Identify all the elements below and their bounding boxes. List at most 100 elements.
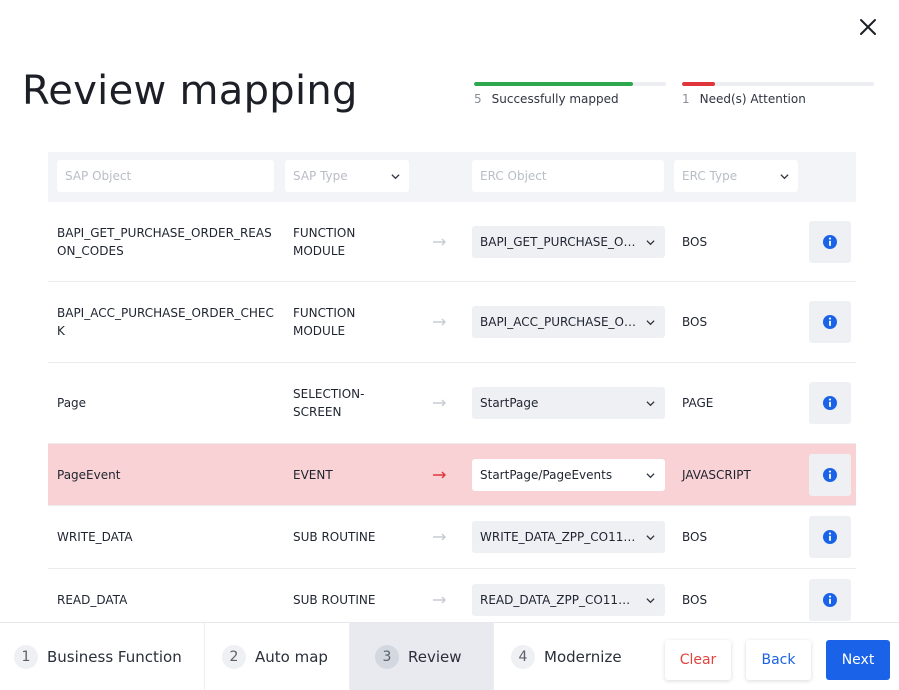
info-button[interactable] [809, 453, 851, 496]
stat-mapped-bar [474, 82, 666, 86]
step-number: 4 [511, 645, 535, 669]
stat-attention-fill [682, 82, 715, 86]
step-business-function[interactable]: 1 Business Function [0, 623, 205, 690]
table-row: BAPI_ACC_PURCHASE_ORDER_CHECK FUNCTION MO… [48, 282, 856, 363]
erc-object-select[interactable]: StartPage [472, 387, 665, 419]
close-icon [860, 19, 876, 35]
sap-type-cell: SUB ROUTINE [293, 593, 376, 607]
erc-type-cell: BOS [682, 530, 708, 544]
sap-type-cell: EVENT [293, 467, 333, 482]
info-button[interactable] [809, 516, 851, 558]
sap-object-cell: READ_DATA [57, 593, 128, 607]
info-icon [823, 530, 837, 544]
erc-object-value: StartPage [480, 396, 539, 410]
sap-object-filter[interactable]: SAP Object [57, 160, 274, 192]
step-auto-map[interactable]: 2 Auto map [205, 623, 350, 690]
chevron-down-icon [646, 320, 655, 326]
info-button[interactable] [809, 301, 851, 343]
sap-object-cell: Page [57, 396, 87, 410]
sap-object-cell: BAPI_ACC_PURCHASE_ORDER_CHECK [57, 306, 274, 338]
info-button[interactable] [809, 220, 851, 263]
stat-attention-count: 1 [682, 92, 690, 106]
stat-attention-bar [682, 82, 874, 86]
step-number: 1 [14, 645, 38, 669]
table-row: Page SELECTION-SCREEN StartPage PAGE [48, 363, 856, 444]
step-number: 2 [222, 645, 246, 669]
filter-row: SAP Object SAP Type ERC Object ERC Type [48, 152, 856, 202]
next-button[interactable]: Next [826, 640, 890, 680]
step-number: 3 [375, 645, 399, 669]
arrow-right-icon [433, 399, 446, 407]
info-button[interactable] [809, 579, 851, 621]
arrow-right-icon [433, 471, 446, 478]
table-row: BAPI_GET_PURCHASE_ORDER_REASON_CODES FUNC… [48, 202, 856, 282]
sap-object-cell: PageEvent [57, 467, 121, 482]
stat-mapped-fill [474, 82, 634, 86]
chevron-down-icon [391, 174, 400, 180]
erc-type-cell: BOS [682, 234, 708, 249]
erc-type-filter[interactable]: ERC Type [674, 160, 798, 192]
info-icon [823, 396, 837, 410]
arrow-right-icon [433, 533, 446, 541]
sap-type-filter[interactable]: SAP Type [285, 160, 409, 192]
chevron-down-icon [646, 472, 655, 478]
arrow-right-icon [433, 318, 446, 326]
erc-type-cell: BOS [682, 315, 708, 329]
stat-mapped-label: Successfully mapped [491, 92, 619, 106]
sap-type-cell: FUNCTION MODULE [293, 225, 356, 258]
step-label: Modernize [544, 648, 622, 666]
chevron-down-icon [780, 174, 789, 180]
info-icon [823, 593, 837, 607]
sap-type-cell: SUB ROUTINE [293, 530, 376, 544]
erc-type-cell: JAVASCRIPT [682, 467, 751, 482]
erc-type-filter-label: ERC Type [682, 169, 738, 183]
erc-object-value: WRITE_DATA_ZPP_CO11N_READ [480, 530, 665, 544]
table-row: PageEvent EVENT StartPage/PageEvents JAVASC… [48, 444, 856, 506]
step-label: Auto map [255, 648, 328, 666]
arrow-right-icon [433, 596, 446, 604]
erc-object-select[interactable]: BAPI_ACC_PURCHASE_ORDER_CHECK [472, 306, 665, 338]
table-body: BAPI_GET_PURCHASE_ORDER_REASON_CODES FUNC… [48, 202, 856, 622]
step-review[interactable]: 3 Review [350, 623, 494, 690]
chevron-down-icon [646, 401, 655, 407]
sap-type-filter-label: SAP Type [293, 169, 348, 183]
sap-object-cell: BAPI_GET_PURCHASE_ORDER_REASON_CODES [57, 225, 272, 258]
info-icon [823, 467, 837, 482]
stat-attention: 1 Need(s) Attention [682, 82, 874, 106]
erc-object-value: READ_DATA_ZPP_CO11N_READ [480, 593, 665, 607]
step-label: Business Function [47, 648, 182, 666]
sap-type-cell: SELECTION-SCREEN [293, 387, 365, 419]
erc-object-value: BAPI_ACC_PURCHASE_ORDER_CHECK [480, 315, 665, 329]
chevron-down-icon [646, 598, 655, 604]
page-title: Review mapping [22, 68, 358, 114]
erc-object-filter[interactable]: ERC Object [472, 160, 664, 192]
info-button[interactable] [809, 382, 851, 424]
erc-object-value: StartPage/PageEvents [480, 467, 613, 482]
step-label: Review [408, 648, 462, 666]
erc-object-select[interactable]: WRITE_DATA_ZPP_CO11N_READ [472, 521, 665, 553]
sap-object-cell: WRITE_DATA [57, 530, 133, 544]
erc-object-select[interactable]: READ_DATA_ZPP_CO11N_READ [472, 584, 665, 616]
chevron-down-icon [646, 239, 655, 245]
mapping-table: SAP Object SAP Type ERC Object ERC Type … [48, 152, 856, 622]
erc-object-select[interactable]: BAPI_GET_PURCHASE_ORDER_REASON_CODES [472, 225, 665, 258]
erc-object-select[interactable]: StartPage/PageEvents [472, 458, 665, 491]
arrow-right-icon [433, 238, 446, 245]
info-icon [823, 315, 837, 329]
stat-mapped-count: 5 [474, 92, 482, 106]
wizard-footer: 1 Business Function 2 Auto map 3 Review … [0, 622, 899, 690]
erc-type-cell: BOS [682, 593, 708, 607]
stat-mapped: 5 Successfully mapped [474, 82, 666, 106]
clear-button[interactable]: Clear [665, 640, 731, 680]
stat-attention-label: Need(s) Attention [699, 92, 806, 106]
back-button[interactable]: Back [746, 640, 811, 680]
erc-object-value: BAPI_GET_PURCHASE_ORDER_REASON_CODES [480, 234, 665, 249]
chevron-down-icon [646, 535, 655, 541]
step-modernize[interactable]: 4 Modernize [494, 623, 646, 690]
close-button[interactable] [857, 16, 879, 38]
table-row: READ_DATA SUB ROUTINE READ_DATA_ZPP_CO11N_… [48, 569, 856, 622]
table-row: WRITE_DATA SUB ROUTINE WRITE_DATA_ZPP_CO11… [48, 506, 856, 569]
erc-type-cell: PAGE [682, 396, 714, 410]
sap-type-cell: FUNCTION MODULE [293, 306, 356, 338]
info-icon [823, 234, 837, 249]
